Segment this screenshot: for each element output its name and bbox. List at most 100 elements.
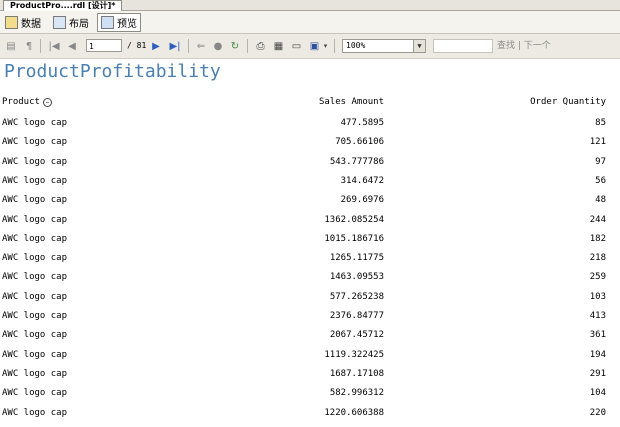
layout-icon	[53, 15, 66, 29]
print-layout-icon[interactable]: ▦	[272, 39, 285, 53]
order-quantity-cell: 97	[595, 156, 606, 167]
find-next-button[interactable]: 下一个	[524, 41, 551, 51]
table-row: AWC logo cap 543.777786 97	[0, 157, 620, 176]
order-quantity-cell: 259	[589, 272, 606, 283]
separator	[188, 39, 189, 53]
table-row: AWC logo cap 1015.186716 182	[0, 234, 620, 253]
previous-page-icon[interactable]: ◀	[66, 39, 78, 53]
table-row: AWC logo cap 582.996312 104	[0, 388, 620, 407]
sales-amount-cell: 2067.45712	[329, 330, 384, 341]
view-tab-bar: 数据 布局 预览	[0, 11, 620, 34]
order-quantity-cell: 220	[589, 407, 606, 418]
tab-preview[interactable]: 预览	[97, 13, 141, 32]
parameters-icon[interactable]: ¶	[22, 39, 36, 53]
product-cell: AWC logo cap	[2, 291, 68, 302]
document-tab-strip: ProductPro....rdl [设计]*	[0, 0, 620, 11]
product-cell: AWC logo cap	[2, 233, 68, 244]
sales-amount-cell: 543.777786	[329, 156, 384, 167]
product-cell: AWC logo cap	[2, 311, 68, 321]
sales-amount-cell: 1463.09553	[329, 272, 384, 283]
order-quantity-cell: 48	[595, 195, 606, 206]
sales-amount-cell: 1015.186716	[324, 233, 384, 244]
page-total: / 81	[127, 41, 147, 50]
product-cell: AWC logo cap	[2, 388, 68, 399]
product-cell: AWC logo cap	[2, 214, 68, 225]
table-row: AWC logo cap 1362.085254 244	[0, 215, 620, 234]
table-row: AWC logo cap 1119.322425 194	[0, 350, 620, 369]
report-title: ProductProfitability	[4, 61, 221, 82]
sales-amount-cell: 269.6976	[340, 195, 384, 206]
stop-icon[interactable]: ●	[212, 39, 224, 53]
current-page-input[interactable]: 1	[86, 39, 122, 52]
product-cell: AWC logo cap	[2, 118, 68, 128]
sales-amount-cell: 1687.17108	[329, 368, 384, 379]
sales-amount-cell: 2376.84777	[329, 311, 384, 321]
document-map-icon[interactable]: ▤	[4, 39, 18, 53]
order-quantity-cell: 85	[595, 118, 606, 128]
table-row: AWC logo cap 269.6976 48	[0, 195, 620, 214]
table-row: AWC logo cap 705.66106 121	[0, 137, 620, 156]
order-quantity-cell: 244	[589, 214, 606, 225]
sales-amount-cell: 1119.322425	[324, 349, 384, 360]
tab-layout-label: 布局	[69, 18, 89, 30]
sales-amount-cell: 582.996312	[329, 388, 384, 399]
order-quantity-cell: 121	[589, 137, 606, 148]
print-icon[interactable]: ⎙	[254, 39, 267, 53]
product-cell: AWC logo cap	[2, 253, 68, 264]
order-quantity-cell: 291	[589, 368, 606, 379]
document-tab[interactable]: ProductPro....rdl [设计]*	[3, 0, 123, 11]
tab-layout[interactable]: 布局	[50, 14, 92, 30]
tab-data-label: 数据	[21, 18, 41, 30]
product-cell: AWC logo cap	[2, 407, 68, 418]
sort-icon[interactable]: −	[42, 98, 52, 107]
product-cell: AWC logo cap	[2, 272, 68, 283]
column-header-product[interactable]: Product −	[2, 97, 52, 107]
sales-amount-cell: 577.265238	[329, 291, 384, 302]
zoom-select[interactable]: 100% ▼	[342, 39, 426, 53]
tab-preview-label: 预览	[117, 19, 137, 30]
order-quantity-cell: 413	[589, 311, 606, 321]
preview-icon	[101, 16, 114, 29]
data-icon	[5, 15, 18, 29]
find-input[interactable]	[433, 39, 493, 53]
zoom-value: 100%	[346, 41, 366, 50]
order-quantity-cell: 361	[589, 330, 606, 341]
order-quantity-cell: 103	[589, 291, 606, 302]
product-cell: AWC logo cap	[2, 368, 68, 379]
separator	[40, 39, 41, 53]
refresh-icon[interactable]: ↻	[229, 39, 241, 53]
sales-amount-cell: 705.66106	[335, 137, 384, 148]
order-quantity-cell: 218	[589, 253, 606, 264]
report-toolbar: ▤ ¶ |◀ ◀ 1 / 81 ▶ ▶| ⇐ ● ↻ ⎙ ▦ ▭ ▣ ▾ 100…	[0, 34, 620, 59]
chevron-down-icon[interactable]: ▼	[413, 40, 425, 52]
product-cell: AWC logo cap	[2, 330, 68, 341]
order-quantity-cell: 182	[589, 233, 606, 244]
sales-amount-cell: 1220.606388	[324, 407, 384, 418]
product-cell: AWC logo cap	[2, 349, 68, 360]
table-row: AWC logo cap 577.265238 103	[0, 292, 620, 311]
product-cell: AWC logo cap	[2, 175, 68, 186]
export-dropdown-icon[interactable]: ▾	[322, 39, 329, 53]
column-header-product-label: Product	[2, 97, 40, 107]
table-row: AWC logo cap 314.6472 56	[0, 176, 620, 195]
tab-data[interactable]: 数据	[2, 14, 44, 30]
separator	[334, 39, 335, 53]
export-save-icon[interactable]: ▣	[308, 39, 321, 53]
table-row: AWC logo cap 1463.09553 259	[0, 272, 620, 291]
order-quantity-cell: 56	[595, 175, 606, 186]
table-row: AWC logo cap 2067.45712 361	[0, 330, 620, 349]
sales-amount-cell: 314.6472	[340, 175, 384, 186]
table-row: AWC logo cap 2376.84777 413	[0, 311, 620, 330]
last-page-icon[interactable]: ▶|	[168, 39, 182, 53]
find-button[interactable]: 查找	[497, 41, 515, 51]
column-header-sales: Sales Amount	[318, 97, 384, 107]
sales-amount-cell: 477.5895	[340, 118, 384, 128]
next-page-icon[interactable]: ▶	[150, 39, 162, 53]
back-icon[interactable]: ⇐	[195, 39, 207, 53]
first-page-icon[interactable]: |◀	[48, 39, 60, 53]
order-quantity-cell: 194	[589, 349, 606, 360]
product-cell: AWC logo cap	[2, 137, 68, 148]
find-links: 查找 | 下一个	[497, 41, 551, 51]
table-row: AWC logo cap 1687.17108 291	[0, 369, 620, 388]
page-setup-icon[interactable]: ▭	[290, 39, 303, 53]
